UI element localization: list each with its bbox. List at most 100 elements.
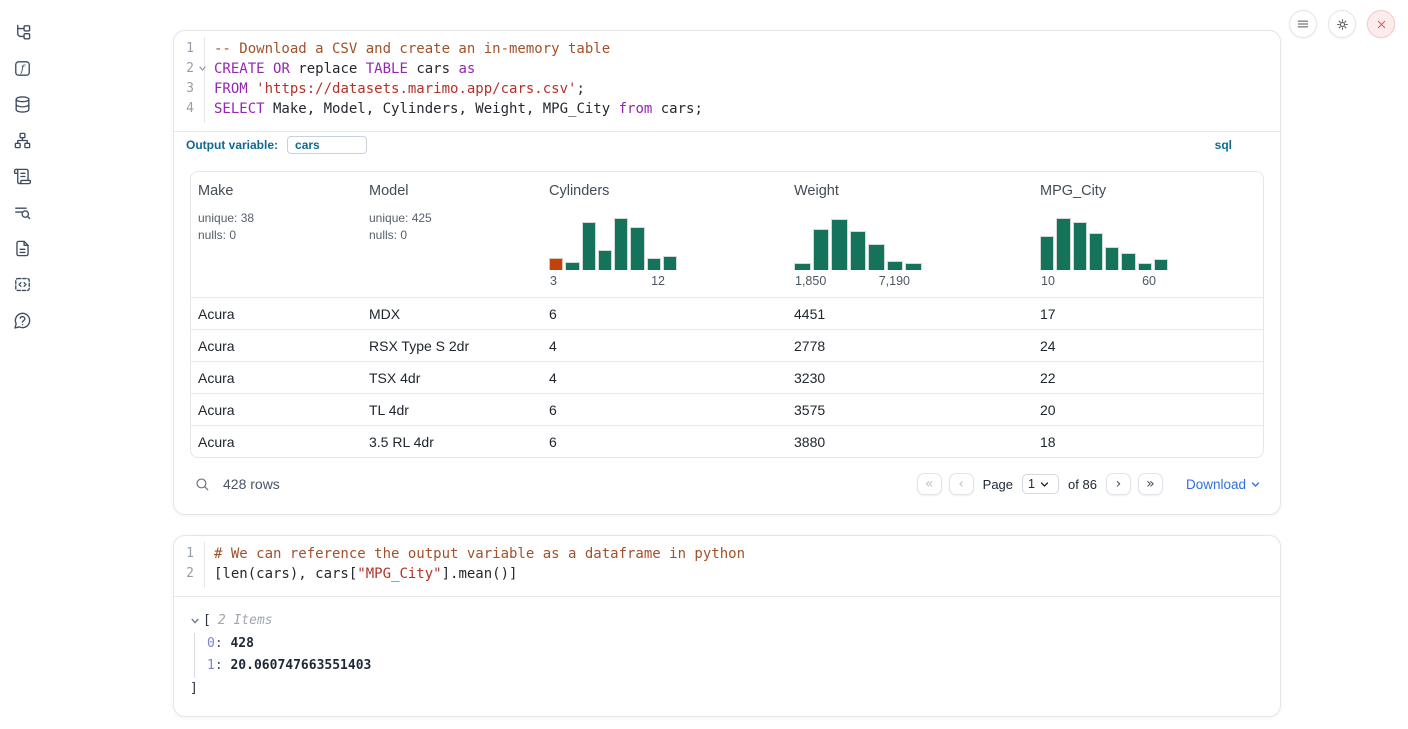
histogram-bar [549, 258, 563, 270]
table-cell: 3230 [787, 370, 1033, 386]
column-header-mpg_city[interactable]: MPG_City 1060 [1033, 172, 1263, 297]
sidebar-item-logs[interactable] [12, 203, 32, 222]
table-cell: TSX 4dr [362, 370, 542, 386]
histogram-cylinders: 312 [549, 215, 677, 288]
histogram-bar [1056, 218, 1070, 270]
table-cell: 2778 [787, 338, 1033, 354]
histogram-bar [598, 250, 612, 270]
histogram-bar [905, 263, 922, 270]
table-cell: 6 [542, 434, 787, 450]
histogram-bar [630, 227, 644, 270]
bracket-open: [ [203, 610, 211, 633]
histogram-bar [1073, 222, 1087, 270]
code-brackets-icon [13, 275, 32, 294]
table-row[interactable]: AcuraRSX Type S 2dr4277824 [191, 329, 1263, 361]
table-header: Make unique: 38nulls: 0 Model unique: 425nu… [191, 172, 1263, 297]
code-line: 4SELECT Make, Model, Cylinders, Weight, … [174, 99, 1280, 119]
column-name: Make [198, 183, 355, 199]
column-header-model[interactable]: Model unique: 425nulls: 0 [362, 172, 542, 297]
histogram-bar [1121, 253, 1135, 270]
column-stats: unique: 38nulls: 0 [198, 210, 355, 243]
table-row[interactable]: AcuraTSX 4dr4323022 [191, 361, 1263, 393]
histogram-bar [1040, 236, 1054, 270]
sidebar-item-datasources[interactable] [12, 95, 32, 114]
tree-root: [ 2 Items [190, 610, 1264, 633]
column-stats: unique: 425nulls: 0 [369, 210, 535, 243]
histogram-bar [1105, 247, 1119, 270]
page-label: Page [983, 477, 1013, 492]
code-line: 1# We can reference the output variable … [174, 544, 1280, 564]
sidebar-item-functions[interactable]: f [12, 59, 32, 78]
hamburger-menu-icon [1296, 17, 1310, 31]
page-select[interactable]: 1 [1022, 474, 1059, 494]
histogram-mpg_city: 1060 [1040, 215, 1168, 288]
table-cell: Acura [191, 370, 362, 386]
column-name: Weight [794, 183, 1026, 199]
line-number: 1 [174, 39, 194, 59]
sidebar-item-snippets[interactable] [12, 275, 32, 294]
sidebar-item-file-explorer[interactable] [12, 23, 32, 42]
histogram-weight: 1,8507,190 [794, 215, 922, 288]
sql-result-area: Make unique: 38nulls: 0 Model unique: 425nu… [174, 157, 1280, 514]
table-search-button[interactable] [194, 476, 211, 493]
column-header-make[interactable]: Make unique: 38nulls: 0 [191, 172, 362, 297]
collapse-chevron-icon[interactable] [190, 616, 200, 626]
chevron-down-icon [1040, 480, 1049, 489]
data-table: Make unique: 38nulls: 0 Model unique: 425nu… [190, 171, 1264, 458]
table-cell: 20 [1033, 402, 1263, 418]
graph-icon [13, 131, 32, 150]
table-cell: 3880 [787, 434, 1033, 450]
table-cell: Acura [191, 402, 362, 418]
sidebar-item-scratchpad[interactable] [12, 167, 32, 186]
output-variable-input[interactable] [287, 136, 367, 154]
page-total: of 86 [1068, 477, 1097, 492]
column-name: Cylinders [549, 183, 780, 199]
download-label: Download [1186, 477, 1246, 492]
python-cell-output: [ 2 Items 0: 4281: 20.060747663551403 ] [174, 596, 1280, 716]
code-line: 3FROM 'https://datasets.marimo.app/cars.… [174, 79, 1280, 99]
column-header-cylinders[interactable]: Cylinders 312 [542, 172, 787, 297]
tree-entries: 0: 4281: 20.060747663551403 [194, 633, 1264, 678]
menu-button[interactable] [1289, 10, 1317, 38]
histogram-bar [614, 218, 628, 270]
table-cell: 22 [1033, 370, 1263, 386]
last-page-button[interactable]: » [1138, 473, 1163, 495]
column-header-weight[interactable]: Weight 1,8507,190 [787, 172, 1033, 297]
sidebar-item-documentation[interactable] [12, 239, 32, 258]
column-name: MPG_City [1040, 183, 1256, 199]
histogram-axis-labels: 1,8507,190 [794, 274, 922, 288]
sidebar-item-dependency-graph[interactable] [12, 131, 32, 150]
table-cell: RSX Type S 2dr [362, 338, 542, 354]
search-icon [194, 476, 211, 493]
next-page-button[interactable]: › [1106, 473, 1131, 495]
table-row[interactable]: AcuraMDX6445117 [191, 297, 1263, 329]
function-icon: f [13, 59, 32, 78]
table-cell: 24 [1033, 338, 1263, 354]
python-code-editor[interactable]: 1# We can reference the output variable … [174, 536, 1280, 596]
sql-code-editor[interactable]: 1-- Download a CSV and create an in-memo… [174, 31, 1280, 131]
table-cell: MDX [362, 306, 542, 322]
scroll-icon [13, 167, 32, 186]
sidebar-item-help[interactable] [12, 311, 32, 330]
table-row[interactable]: AcuraTL 4dr6357520 [191, 393, 1263, 425]
close-x-icon [1375, 18, 1388, 31]
page-select-value: 1 [1028, 477, 1035, 491]
histogram-bar [794, 263, 811, 270]
settings-button[interactable] [1328, 10, 1356, 38]
shutdown-button[interactable] [1367, 10, 1395, 38]
bracket-close: ] [190, 678, 1264, 701]
first-page-button[interactable]: « [917, 473, 942, 495]
histogram-bar [1138, 263, 1152, 270]
table-row[interactable]: Acura3.5 RL 4dr6388018 [191, 425, 1263, 457]
histogram-bar [887, 261, 904, 270]
code-line: 2[len(cars), cars["MPG_City"].mean()] [174, 564, 1280, 584]
column-name: Model [369, 183, 535, 199]
prev-page-button[interactable]: ‹ [949, 473, 974, 495]
histogram-bar [1089, 233, 1103, 270]
histogram-axis-labels: 1060 [1040, 274, 1168, 288]
document-icon [13, 239, 32, 258]
fold-chevron-icon[interactable] [198, 64, 207, 73]
download-button[interactable]: Download [1186, 477, 1260, 492]
table-cell: 18 [1033, 434, 1263, 450]
tree-entry: 1: 20.060747663551403 [207, 655, 1264, 678]
